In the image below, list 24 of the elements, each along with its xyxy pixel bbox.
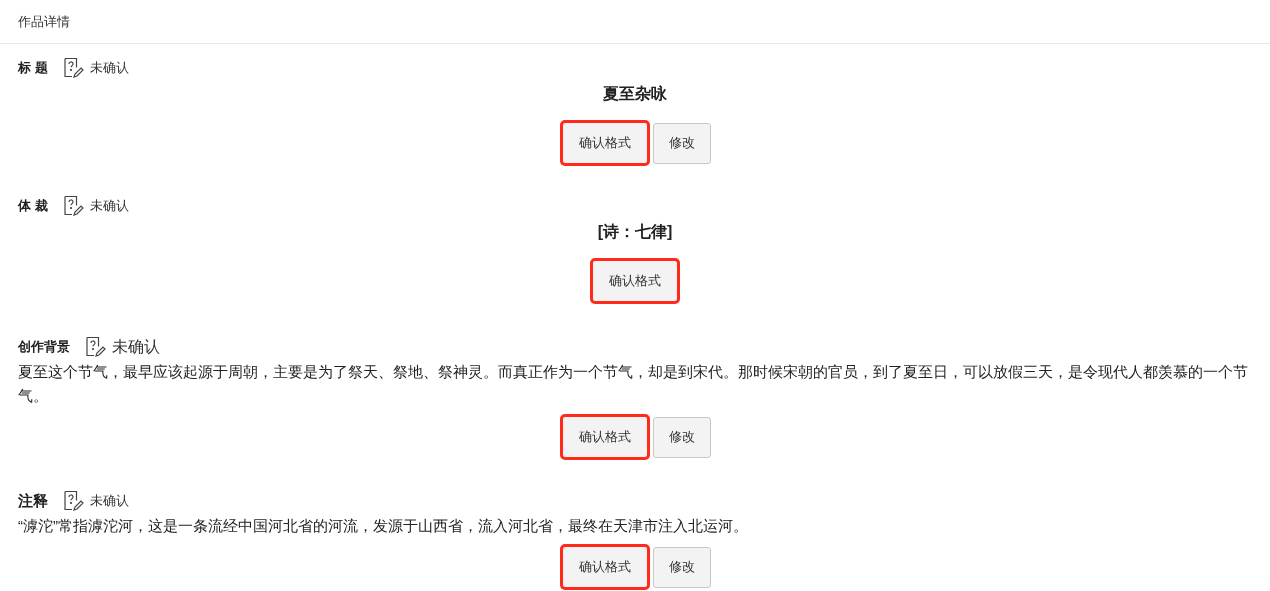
question-edit-icon: [62, 490, 84, 512]
status-text: 未确认: [89, 59, 129, 78]
section-heading: 夏至杂咏: [603, 84, 667, 104]
question-edit-icon: [84, 336, 106, 358]
section-heading: [诗：七律]: [597, 222, 673, 242]
confirm-format-button[interactable]: 确认格式: [559, 120, 650, 166]
section-paragraph: 夏至这个节气，最早应该起源于周朝，主要是为了祭天、祭地、祭神灵。而真正作为一个节气，却是到宋代。那时候宋朝的官员，到了夏至日，可以放假三天，是令现代人都羡慕的一个节气。: [18, 362, 1249, 406]
confirm-format-button[interactable]: 确认格式: [559, 544, 650, 590]
confirm-format-button[interactable]: 确认格式: [559, 414, 650, 460]
confirm-format-button[interactable]: 确认格式: [590, 258, 680, 304]
edit-button[interactable]: 修改: [652, 416, 711, 458]
section-label: 创作背景: [18, 338, 70, 357]
status-text: 未确认: [90, 492, 129, 511]
section-label: 注释: [18, 490, 48, 511]
edit-button[interactable]: 修改: [652, 546, 711, 588]
question-edit-icon: [61, 195, 84, 217]
section-paragraph: “滹沱”常指滹沱河，这是一条流经中国河北省的河流，发源于山西省，流入河北省，最终在天津市注入北运河。: [18, 516, 749, 536]
page-title: 作品详情: [18, 12, 70, 31]
section-label: 体 裁: [18, 197, 48, 216]
section-label: 标 题: [18, 59, 48, 78]
question-edit-icon: [61, 57, 84, 79]
edit-button[interactable]: 修改: [652, 122, 711, 164]
status-text: 未确认: [89, 197, 129, 216]
status-text: 未确认: [112, 337, 160, 357]
